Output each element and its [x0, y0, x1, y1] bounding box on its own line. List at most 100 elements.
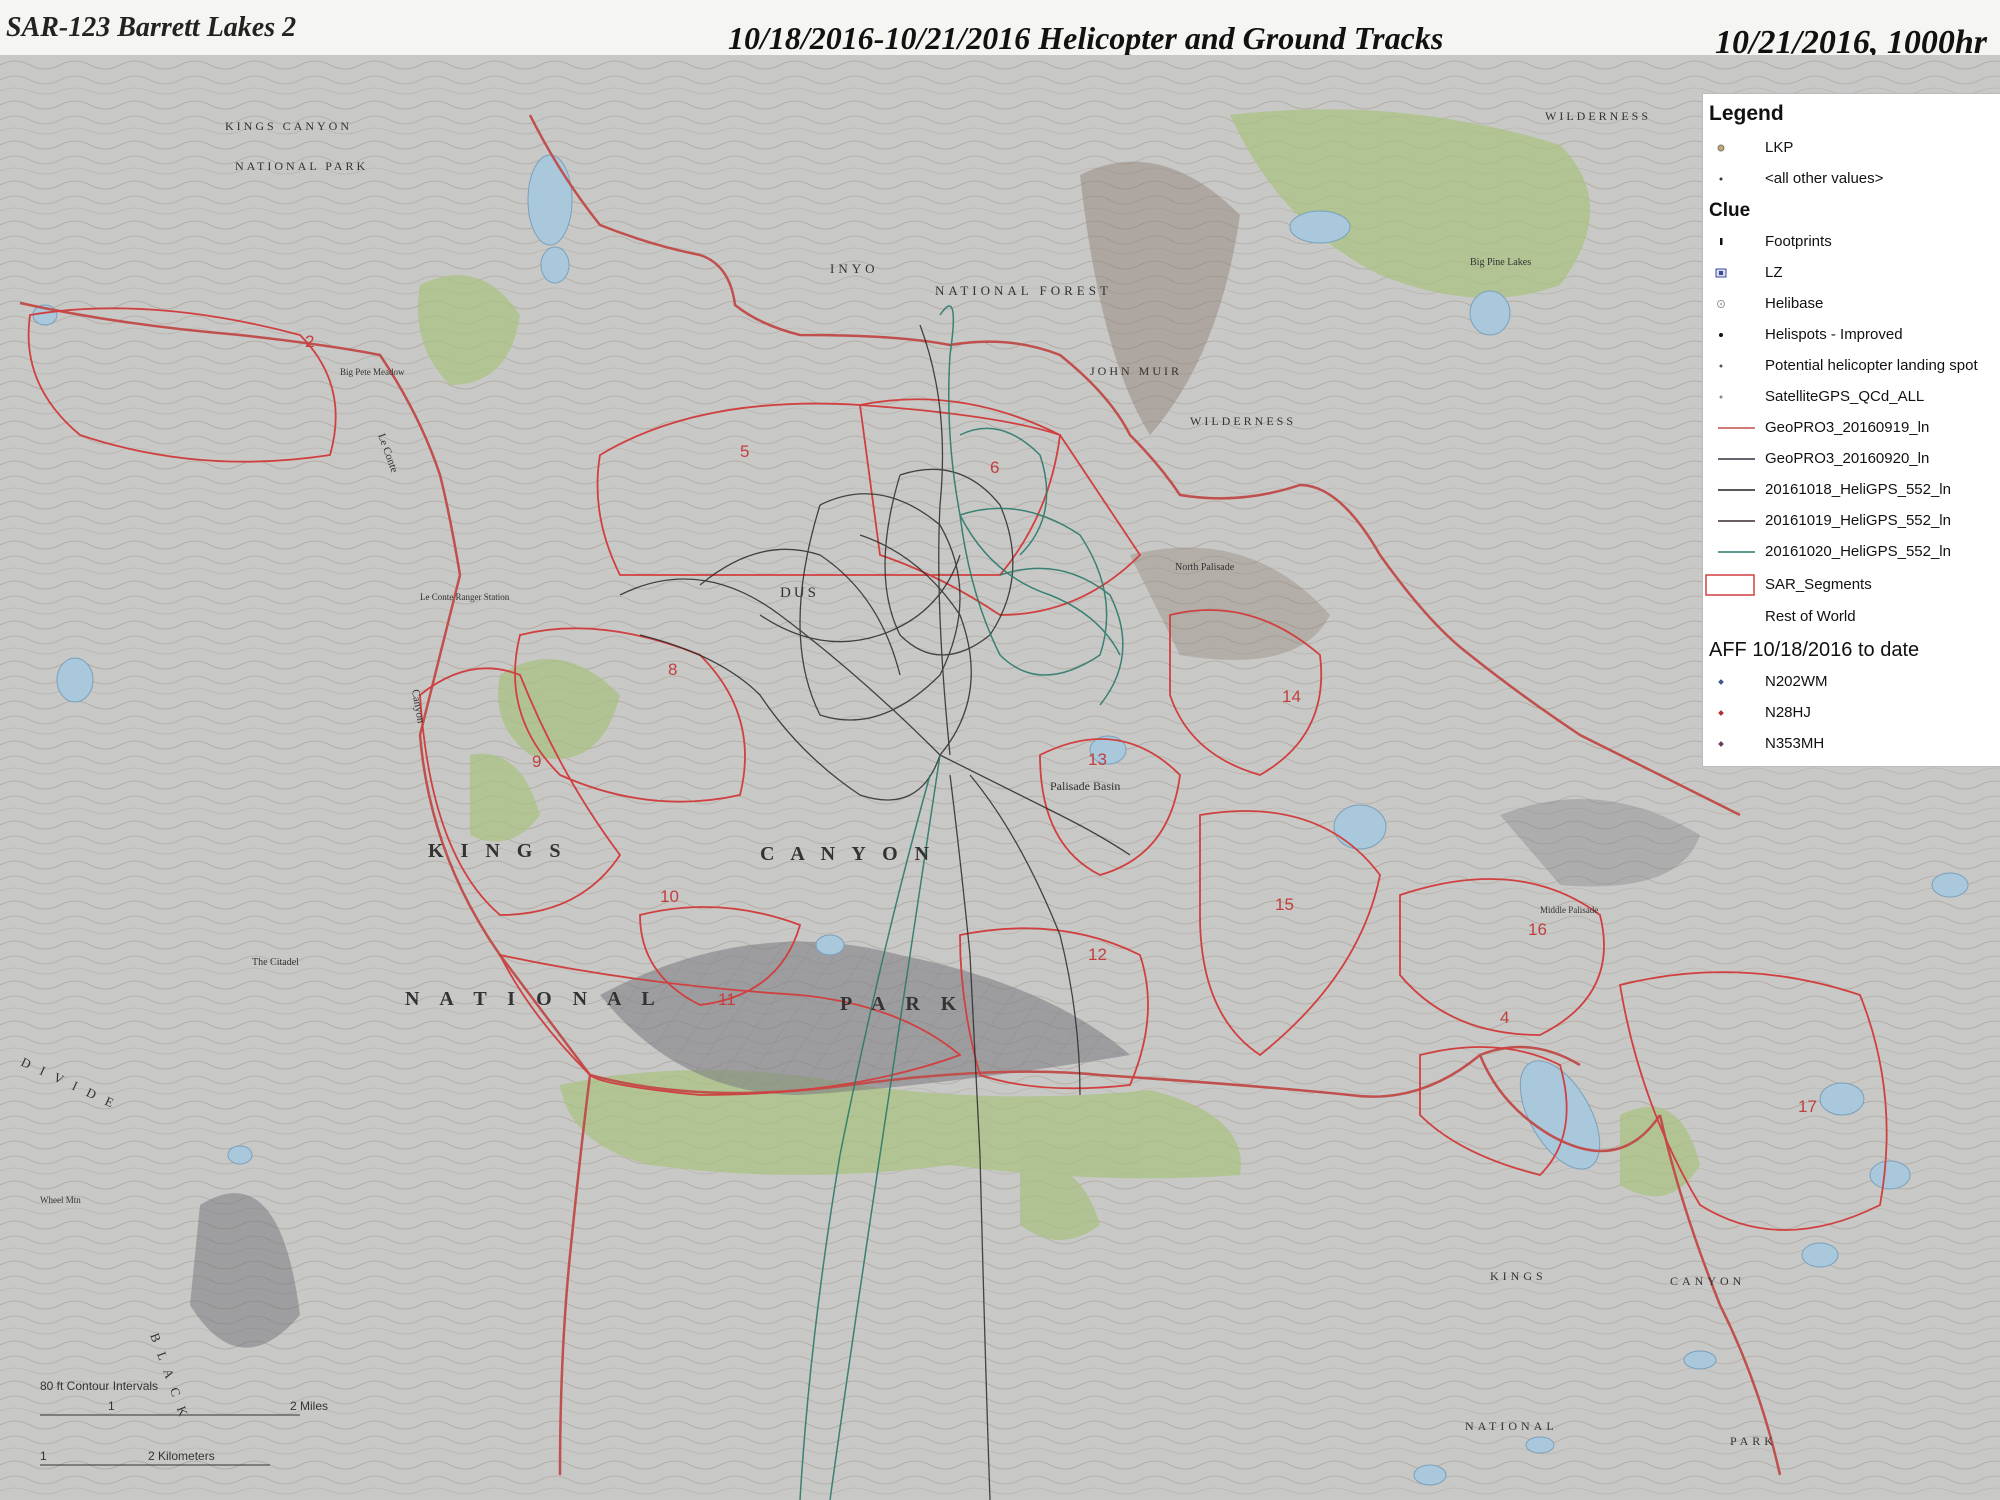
legend-item-n202wm: N202WM: [1703, 670, 2000, 694]
legend-label: LZ: [1765, 264, 1783, 281]
legend-label: 20161019_HeliGPS_552_ln: [1765, 512, 1951, 529]
scale-km-mid: 1: [40, 1449, 47, 1463]
segment-label: 10: [660, 887, 679, 906]
legend-item-lkp: LKP: [1703, 136, 2000, 160]
place-label: Palisade Basin: [1050, 779, 1120, 793]
legend-label: SAR_Segments: [1765, 576, 1872, 593]
legend-item-helibase: Helibase: [1703, 292, 2000, 316]
scale-miles-label: 2 Miles: [290, 1399, 328, 1413]
track-line-icon: [1718, 489, 1755, 491]
legend-item-rest-of-world: Rest of World: [1703, 605, 2000, 629]
legend-item-heli-1018: 20161018_HeliGPS_552_ln: [1703, 478, 2000, 502]
place-label: CANYON: [1670, 1274, 1745, 1288]
helispot-icon: [1719, 333, 1723, 337]
segment-label: 5: [740, 442, 749, 461]
legend-label: GeoPRO3_20160919_ln: [1765, 419, 1930, 436]
legend-label: GeoPRO3_20160920_ln: [1765, 450, 1930, 467]
place-label: NATIONAL: [1465, 1419, 1558, 1433]
landing-spot-icon: [1719, 364, 1723, 368]
legend-item-n28hj: N28HJ: [1703, 701, 2000, 725]
aircraft-dot-icon: [1718, 741, 1724, 747]
segment-label: 4: [1500, 1008, 1509, 1027]
segment-label: 15: [1275, 895, 1294, 914]
map-legend: Legend LKP <all other values> Clue Footp…: [1702, 93, 2000, 767]
legend-item-helispots: Helispots - Improved: [1703, 323, 2000, 347]
scale-miles-mid: 1: [108, 1399, 115, 1413]
segment-label: 2: [305, 332, 314, 351]
legend-label: LKP: [1765, 139, 1794, 156]
segment-box-icon: [1705, 574, 1755, 596]
legend-label: 20161018_HeliGPS_552_ln: [1765, 481, 1951, 498]
track-line-icon: [1718, 427, 1755, 429]
place-label: JOHN MUIR: [1090, 364, 1182, 378]
place-label: N A T I O N A L: [405, 988, 663, 1010]
aircraft-dot-icon: [1718, 710, 1724, 716]
place-label: Big Pine Lakes: [1470, 257, 1531, 268]
legend-label: Potential helicopter landing spot: [1765, 357, 1978, 374]
place-label: NATIONAL PARK: [235, 159, 368, 173]
legend-label: N353MH: [1765, 735, 1825, 752]
place-label: KINGS CANYON: [225, 119, 352, 133]
legend-label: Footprints: [1765, 233, 1832, 250]
legend-item-potential-landing: Potential helicopter landing spot: [1703, 354, 2000, 378]
segment-label: 8: [668, 660, 677, 679]
title-bar: SAR-123 Barrett Lakes 2 10/18/2016-10/21…: [0, 0, 2000, 62]
place-label: The Citadel: [252, 957, 299, 968]
legend-item-heli-1020: 20161020_HeliGPS_552_ln: [1703, 540, 2000, 564]
lz-icon: [1715, 268, 1727, 278]
legend-label: <all other values>: [1765, 170, 1884, 187]
legend-item-footprints: Footprints: [1703, 230, 2000, 254]
segment-label: 13: [1088, 750, 1107, 769]
place-label: Big Pete Meadow: [340, 367, 405, 377]
place-label: Wheel Mtn: [40, 1195, 81, 1205]
place-label: Le Conte Ranger Station: [420, 592, 510, 602]
segment-label: 16: [1528, 920, 1547, 939]
contour-interval-note: 80 ft Contour Intervals: [40, 1379, 158, 1393]
legend-item-lz: LZ: [1703, 261, 2000, 285]
legend-label: Helibase: [1765, 295, 1824, 312]
place-label: NATIONAL FOREST: [935, 283, 1112, 298]
legend-label: Rest of World: [1765, 608, 1856, 625]
segment-label: 14: [1282, 687, 1301, 706]
footprint-icon: [1720, 238, 1723, 245]
helibase-icon: [1717, 300, 1725, 308]
legend-label: 20161020_HeliGPS_552_ln: [1765, 543, 1951, 560]
place-label: C A N Y O N: [760, 843, 935, 865]
map-id-title: SAR-123 Barrett Lakes 2: [6, 12, 297, 43]
legend-item-geopro-0920: GeoPRO3_20160920_ln: [1703, 447, 2000, 471]
aircraft-dot-icon: [1718, 679, 1724, 685]
small-dot-icon: [1719, 177, 1723, 181]
segment-label: 9: [532, 752, 541, 771]
place-label: North Palisade: [1175, 562, 1235, 573]
map-main-title: 10/18/2016-10/21/2016 Helicopter and Gro…: [728, 20, 1444, 56]
place-label: WILDERNESS: [1545, 109, 1651, 123]
legend-item-n353mh: N353MH: [1703, 732, 2000, 756]
track-line-icon: [1718, 551, 1755, 553]
legend-item-heli-1019: 20161019_HeliGPS_552_ln: [1703, 509, 2000, 533]
gps-point-icon: [1719, 395, 1723, 399]
place-label: KINGS: [1490, 1269, 1547, 1283]
track-line-icon: [1718, 458, 1755, 460]
legend-item-other: <all other values>: [1703, 167, 2000, 191]
scale-km-label: 2 Kilometers: [148, 1449, 215, 1463]
segment-label: 6: [990, 458, 999, 477]
place-label: Middle Palisade: [1540, 905, 1598, 915]
aff-title: AFF 10/18/2016 to date: [1709, 639, 1920, 661]
place-label: WILDERNESS: [1190, 414, 1296, 428]
topographic-map[interactable]: 2 5 6 8 9 10 11 12 13 14 15 16 17 4 KING…: [0, 55, 2000, 1500]
legend-title: Legend: [1709, 102, 1784, 125]
segment-label: 12: [1088, 945, 1107, 964]
track-line-icon: [1718, 520, 1755, 522]
place-label: PARK: [1730, 1434, 1777, 1448]
legend-label: N28HJ: [1765, 704, 1811, 721]
legend-label: Helispots - Improved: [1765, 326, 1903, 343]
clue-title: Clue: [1709, 200, 1751, 221]
legend-label: SatelliteGPS_QCd_ALL: [1765, 388, 1925, 405]
segment-label: 11: [718, 990, 736, 1009]
segment-label: 17: [1798, 1097, 1817, 1116]
legend-item-satellite-gps: SatelliteGPS_QCd_ALL: [1703, 385, 2000, 409]
legend-item-geopro-0919: GeoPRO3_20160919_ln: [1703, 416, 2000, 440]
place-label: K I N G S: [428, 840, 566, 862]
place-label: INYO: [830, 261, 879, 276]
legend-label: N202WM: [1765, 673, 1828, 690]
